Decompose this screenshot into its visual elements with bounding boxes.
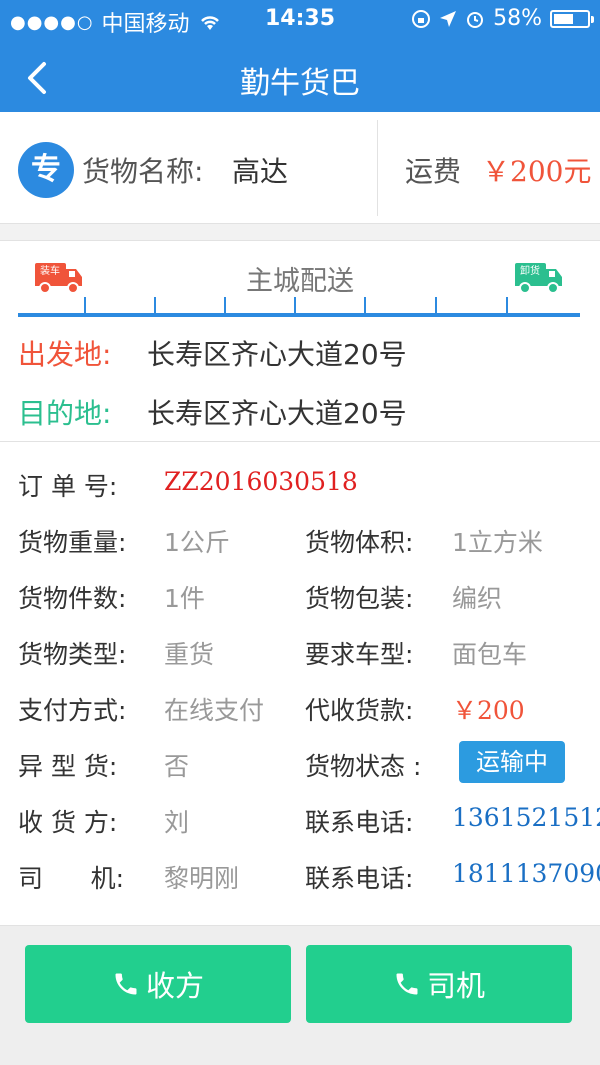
destination-label: 目的地: — [18, 397, 112, 430]
goods-name-value: 高达 — [232, 155, 289, 188]
unload-label: 卸货 — [520, 266, 540, 277]
volume-value: 1立方米 — [452, 528, 543, 557]
status-bar: ●●●●○ 中国移动 14:35 58% — [0, 0, 600, 40]
battery-level-fill — [554, 13, 573, 24]
order-number-label: 订 单 号: — [18, 472, 118, 501]
count-label: 货物件数: — [18, 584, 127, 613]
unload-truck-icon: 卸货 — [514, 261, 564, 295]
track-tick — [294, 297, 296, 313]
phone-icon — [115, 973, 137, 995]
package-label: 货物包装: — [305, 584, 414, 613]
route-track — [18, 313, 580, 317]
receiver-label: 收 货 方: — [18, 808, 118, 837]
phone-icon — [396, 973, 418, 995]
goods-summary-card: 专 货物名称: 高达 运费 ￥200元 — [0, 112, 600, 224]
weight-value: 1公斤 — [164, 528, 230, 557]
track-tick — [364, 297, 366, 313]
track-tick — [506, 297, 508, 313]
track-tick — [154, 297, 156, 313]
divider — [377, 120, 378, 216]
status-right: 58% — [411, 6, 594, 31]
route-card: 装车 主城配送 卸货 出发地: 长寿区齐心大道20号 目的地: 长寿区齐心大道2… — [0, 240, 600, 442]
battery-icon — [550, 9, 594, 28]
battery-percent: 58% — [493, 6, 542, 31]
order-number-value: ZZ2016030518 — [164, 467, 358, 496]
package-value: 编织 — [452, 584, 503, 613]
goods-type-label: 货物类型: — [18, 640, 127, 669]
origin-address: 长寿区齐心大道20号 — [147, 338, 407, 371]
status-badge: 运输中 — [459, 741, 565, 783]
alarm-icon — [467, 11, 484, 28]
goods-status-label: 货物状态 : — [305, 752, 422, 781]
driver-value: 黎明刚 — [164, 864, 240, 893]
cod-label: 代收货款: — [305, 696, 414, 725]
cod-value: ￥200 — [452, 696, 525, 725]
driver-phone-label: 联系电话: — [305, 864, 414, 893]
call-driver-label: 司机 — [426, 969, 485, 1003]
order-details-card: 订 单 号: ZZ2016030518 货物重量: 1公斤 货物体积: 1立方米… — [0, 442, 600, 926]
page-title: 勤牛货巴 — [240, 66, 360, 101]
receiver-phone-label: 联系电话: — [305, 808, 414, 837]
action-bar: 收方 司机 — [0, 926, 600, 1065]
track-tick — [224, 297, 226, 313]
track-tick — [84, 297, 86, 313]
origin-label: 出发地: — [18, 338, 112, 371]
vehicle-type-value: 面包车 — [452, 640, 528, 669]
count-value: 1件 — [164, 584, 205, 613]
fee-label: 运费 — [405, 155, 462, 188]
payment-method-value: 在线支付 — [164, 696, 265, 725]
delivery-type: 主城配送 — [246, 266, 354, 297]
track-tick — [435, 297, 437, 313]
call-receiver-button[interactable]: 收方 — [25, 945, 291, 1023]
rotation-lock-icon — [412, 9, 431, 28]
call-driver-button[interactable]: 司机 — [306, 945, 572, 1023]
weight-label: 货物重量: — [18, 528, 127, 557]
odd-shape-value: 否 — [164, 752, 190, 781]
vehicle-type-label: 要求车型: — [305, 640, 414, 669]
fee-value: ￥200元 — [482, 155, 592, 188]
goods-type-value: 重货 — [164, 640, 215, 669]
special-badge: 专 — [18, 142, 74, 198]
goods-name-label: 货物名称: — [82, 155, 204, 188]
driver-phone-link[interactable]: 1811137090 — [452, 859, 600, 888]
receiver-value: 刘 — [164, 808, 190, 837]
nav-bar: 勤牛货巴 — [0, 40, 600, 112]
payment-method-label: 支付方式: — [18, 696, 127, 725]
driver-label: 司 机: — [18, 864, 125, 893]
receiver-phone-link[interactable]: 1361521512 — [452, 803, 600, 832]
odd-shape-label: 异 型 货: — [18, 752, 118, 781]
destination-address: 长寿区齐心大道20号 — [147, 397, 407, 430]
location-arrow-icon — [440, 10, 457, 27]
volume-label: 货物体积: — [305, 528, 414, 557]
call-receiver-label: 收方 — [145, 969, 204, 1003]
